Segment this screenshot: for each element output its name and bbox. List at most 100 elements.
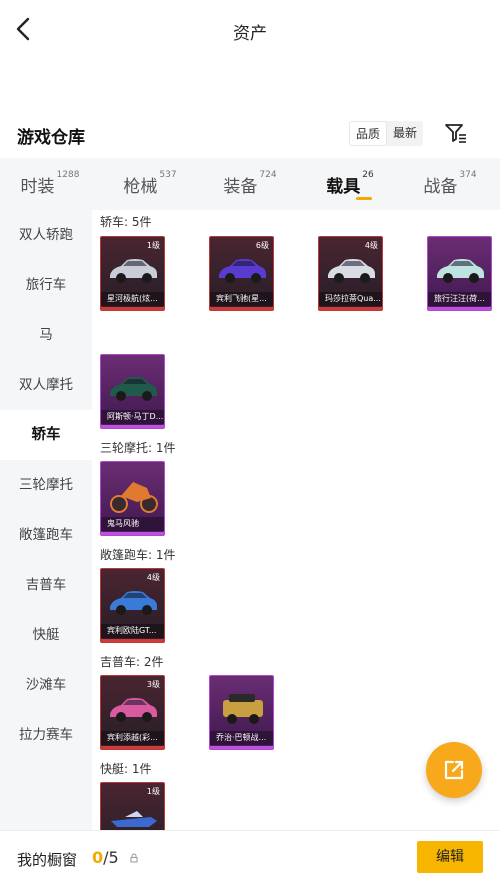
sidebar-item-beach-buggy[interactable]: 沙滩车 <box>0 660 92 710</box>
vehicle-car-icon <box>328 259 375 283</box>
car-wheel <box>251 273 261 283</box>
sidebar-item-convertible[interactable]: 敞篷跑车 <box>0 510 92 560</box>
car-wheel <box>225 273 235 283</box>
vehicle-car-icon <box>219 259 266 283</box>
car-wheel <box>116 712 126 722</box>
vehicle-card[interactable]: 4级 宾利欧陆GT... <box>100 568 165 643</box>
vehicle-type-sidebar: 双人轿跑 旅行车 马 双人摩托 轿车 三轮摩托 敞篷跑车 吉普车 快艇 沙滩车 … <box>0 210 92 830</box>
tab-vehicles[interactable]: 载具26 <box>300 158 400 210</box>
share-icon <box>444 760 464 780</box>
tab-count: 537 <box>159 170 177 180</box>
tab-fashion[interactable]: 时装1288 <box>0 158 100 210</box>
sidebar-item-jeep[interactable]: 吉普车 <box>0 560 92 610</box>
car-wheel <box>142 391 152 401</box>
tab-label: 战备 <box>423 177 458 197</box>
sort-toggle: 品质 最新 <box>349 121 424 146</box>
showcase-label: 我的橱窗 <box>17 851 78 869</box>
vehicle-boat-icon <box>111 811 157 827</box>
car-wheel <box>469 273 479 283</box>
sidebar-item-trike[interactable]: 三轮摩托 <box>0 460 92 510</box>
tab-count: 26 <box>362 170 374 180</box>
vehicle-card[interactable]: 阿斯顿·马丁D... <box>100 354 165 429</box>
category-label-trike: 三轮摩托: 1件 <box>100 441 176 455</box>
trike-wheel <box>110 495 128 513</box>
page-title: 资产 <box>233 24 267 44</box>
vehicle-trike-icon <box>110 482 158 513</box>
filter-icon <box>445 124 466 143</box>
top-nav: 资产 <box>0 0 500 60</box>
vehicle-name: 鬼马风驰 <box>101 517 164 531</box>
tab-weapons[interactable]: 枪械537 <box>100 158 200 210</box>
tab-label: 载具 <box>326 177 361 197</box>
showcase-count: 0/5 <box>92 848 119 867</box>
vehicle-card[interactable]: 鬼马风驰 <box>100 461 165 536</box>
car-wheel <box>360 273 370 283</box>
vehicle-name: 旅行汪汪(荷... <box>428 292 491 306</box>
vehicle-card[interactable]: 4级 玛莎拉蒂Qua... <box>318 236 383 311</box>
boat-cabin <box>125 811 143 817</box>
tab-label: 时装 <box>20 177 55 197</box>
asset-page: 资产 游戏仓库 品质 最新 时装1288 枪械537 装备724 载具26 战备… <box>0 0 500 885</box>
category-tabs: 时装1288 枪械537 装备724 载具26 战备374 <box>0 158 500 210</box>
sort-newest-button[interactable]: 最新 <box>387 121 423 146</box>
tab-label: 枪械 <box>123 177 158 197</box>
vehicle-grid: 轿车: 5件 1级 星河极航(炫... 6级 宾利飞驰(星... 4级 玛莎拉蒂… <box>92 210 500 830</box>
lock-icon <box>130 853 138 863</box>
vehicle-card[interactable]: 6级 宾利飞驰(星... <box>209 236 274 311</box>
jeep-roof <box>229 694 255 702</box>
edit-button[interactable]: 编辑 <box>417 841 483 873</box>
filter-button[interactable] <box>443 120 469 146</box>
vehicle-level: 4级 <box>146 573 160 582</box>
vehicle-car-icon <box>437 259 484 283</box>
vehicle-name: 宾利飞驰(星... <box>210 292 273 306</box>
vehicle-name: 宾利添越(彩... <box>101 731 164 745</box>
sort-quality-button[interactable]: 品质 <box>349 121 388 146</box>
category-label-convertible: 敞篷跑车: 1件 <box>100 548 176 562</box>
car-wheel <box>443 273 453 283</box>
showcase-bar: 我的橱窗 0/5 编辑 <box>0 830 500 885</box>
vehicle-level: 1级 <box>146 787 160 796</box>
share-button[interactable] <box>426 742 482 798</box>
tab-supplies[interactable]: 战备374 <box>400 158 500 210</box>
showcase-total: /5 <box>103 848 119 867</box>
sidebar-item-sedan[interactable]: 轿车 <box>0 410 92 460</box>
category-label-speedboat: 快艇: 1件 <box>100 762 152 776</box>
showcase-current: 0 <box>92 848 104 867</box>
vehicle-level: 4级 <box>364 241 378 250</box>
sidebar-item-horse[interactable]: 马 <box>0 310 92 360</box>
tab-count: 724 <box>259 170 277 180</box>
car-wheel <box>116 605 126 615</box>
car-wheel <box>142 273 152 283</box>
vehicle-card[interactable]: 旅行汪汪(荷... <box>427 236 492 311</box>
jeep-wheel <box>227 714 237 724</box>
sidebar-item-double-motorcycle[interactable]: 双人摩托 <box>0 360 92 410</box>
vehicle-car-icon <box>110 698 157 722</box>
tab-count: 1288 <box>56 170 80 180</box>
category-label-jeep: 吉普车: 2件 <box>100 655 164 669</box>
vehicle-name: 玛莎拉蒂Qua... <box>319 292 382 306</box>
tab-label: 装备 <box>223 177 258 197</box>
sidebar-item-rally-car[interactable]: 拉力赛车 <box>0 710 92 760</box>
jeep-body <box>223 700 263 717</box>
car-wheel <box>116 273 126 283</box>
vehicle-name: 星河极航(炫... <box>101 292 164 306</box>
car-wheel <box>116 391 126 401</box>
jeep-wheel <box>249 714 259 724</box>
tab-equipment[interactable]: 装备724 <box>200 158 300 210</box>
vehicle-name: 阿斯顿·马丁D... <box>101 410 164 424</box>
boat-hull <box>111 817 157 827</box>
vehicle-level: 6级 <box>255 241 269 250</box>
vehicle-car-icon <box>110 259 157 283</box>
car-wheel <box>142 605 152 615</box>
vehicle-card[interactable]: 1级 星河极航(炫... <box>100 236 165 311</box>
sidebar-item-double-coupe[interactable]: 双人轿跑 <box>0 210 92 260</box>
car-wheel <box>334 273 344 283</box>
vehicle-card[interactable]: 乔治·巴顿战... <box>209 675 274 750</box>
vehicle-card[interactable]: 3级 宾利添越(彩... <box>100 675 165 750</box>
sidebar-item-speedboat[interactable]: 快艇 <box>0 610 92 660</box>
vehicle-name: 宾利欧陆GT... <box>101 624 164 638</box>
category-label-sedan: 轿车: 5件 <box>100 215 152 229</box>
vehicle-card[interactable]: 1级 <box>100 782 165 830</box>
vehicle-car-icon <box>110 377 157 401</box>
sidebar-item-station-wagon[interactable]: 旅行车 <box>0 260 92 310</box>
